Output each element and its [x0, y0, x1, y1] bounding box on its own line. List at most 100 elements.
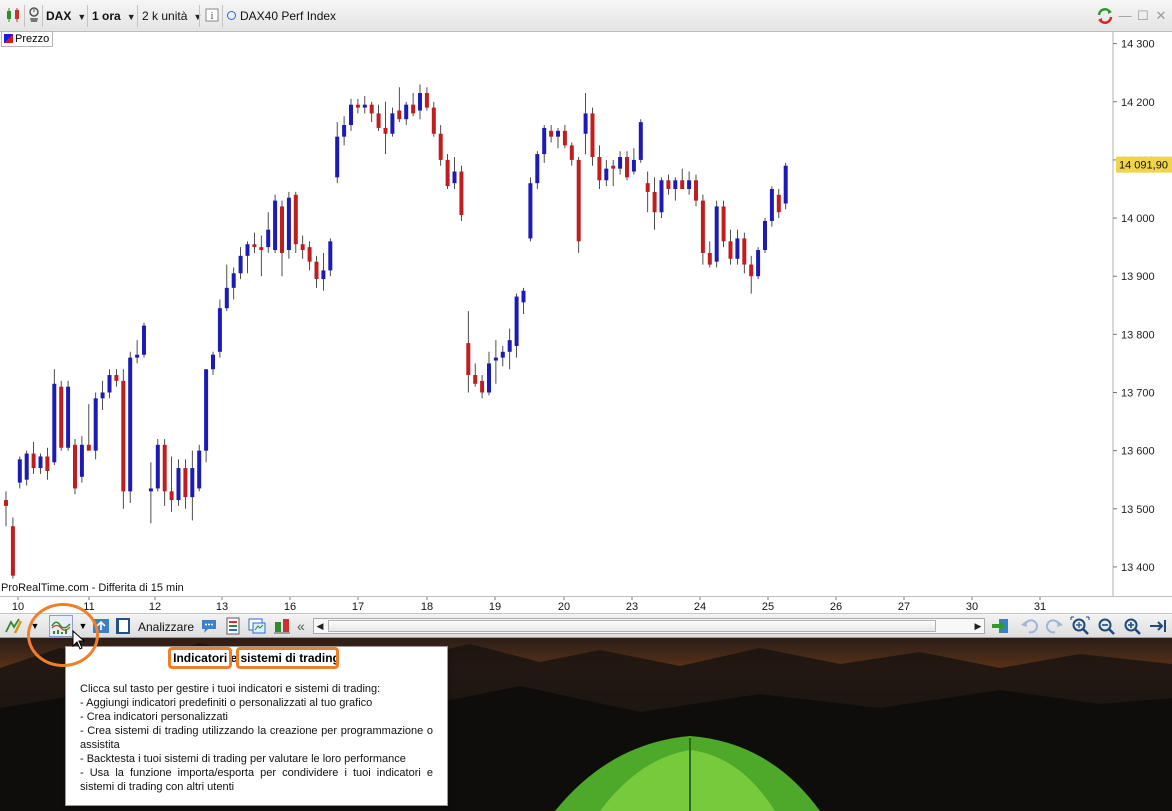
candle-up[interactable]	[673, 180, 678, 189]
scroll-thumb[interactable]	[328, 620, 936, 632]
candle-up[interactable]	[142, 325, 146, 355]
candle-down[interactable]	[259, 247, 264, 251]
candle-up[interactable]	[321, 270, 326, 280]
candle-up[interactable]	[266, 229, 271, 248]
candle-up[interactable]	[556, 130, 560, 137]
candle-down[interactable]	[445, 159, 450, 187]
candle-down[interactable]	[707, 252, 712, 265]
candle-up[interactable]	[638, 122, 643, 160]
zoom-in-icon[interactable]	[1122, 616, 1142, 636]
candle-up[interactable]	[204, 369, 209, 451]
candle-down[interactable]	[742, 238, 747, 265]
time-axis[interactable]: 10 11 12 13 16 17 18 19 20 23 24 25 26 27 30 31	[0, 596, 1172, 613]
zoom-fit-icon[interactable]	[1070, 616, 1090, 636]
comment-icon[interactable]	[199, 616, 219, 636]
candle-down[interactable]	[576, 159, 581, 242]
candle-up[interactable]	[224, 287, 229, 309]
candle-down[interactable]	[680, 180, 685, 189]
candle-down[interactable]	[314, 261, 319, 280]
candle-up[interactable]	[452, 171, 457, 184]
candle-down[interactable]	[369, 104, 374, 114]
candle-down[interactable]	[59, 386, 64, 448]
candle-down[interactable]	[473, 375, 478, 384]
drawing-tools-icon[interactable]	[3, 616, 23, 636]
candle-up[interactable]	[659, 180, 664, 213]
candle-down[interactable]	[162, 444, 167, 492]
units-selector[interactable]: 2 k unità ▼	[142, 6, 202, 26]
candle-up[interactable]	[273, 200, 278, 251]
candle-down[interactable]	[438, 133, 443, 160]
candle-down[interactable]	[300, 244, 305, 251]
candle-down[interactable]	[480, 380, 485, 393]
candle-down[interactable]	[31, 453, 36, 469]
candle-up[interactable]	[328, 241, 333, 271]
candle-down[interactable]	[721, 206, 726, 242]
candle-down[interactable]	[4, 500, 8, 506]
chart-type-icon[interactable]	[4, 6, 22, 26]
candle-down[interactable]	[252, 244, 257, 248]
candle-up[interactable]	[335, 136, 340, 178]
candle-up[interactable]	[128, 357, 133, 492]
candle-down[interactable]	[431, 107, 436, 134]
candle-up[interactable]	[93, 398, 98, 451]
price-chart[interactable]: 14 30014 20014 10014 00013 90013 80013 7…	[0, 32, 1172, 596]
candle-up[interactable]	[735, 238, 740, 259]
candle-up[interactable]	[404, 104, 409, 120]
candle-up[interactable]	[763, 220, 767, 251]
candle-up[interactable]	[618, 157, 623, 169]
candle-up[interactable]	[631, 159, 636, 172]
candle-up[interactable]	[521, 290, 526, 303]
timeframe-selector[interactable]: 1 ora ▼	[92, 6, 136, 26]
candle-up[interactable]	[514, 296, 519, 346]
sync-icon[interactable]	[1095, 6, 1115, 26]
candle-up[interactable]	[135, 354, 140, 358]
candle-up[interactable]	[79, 444, 84, 477]
candle-up[interactable]	[604, 168, 609, 181]
candle-up[interactable]	[528, 183, 533, 239]
candle-up[interactable]	[769, 188, 774, 221]
candle-up[interactable]	[38, 456, 43, 469]
trading-systems-icon[interactable]	[272, 616, 292, 636]
candle-up[interactable]	[100, 392, 105, 399]
candle-up[interactable]	[52, 383, 57, 463]
candle-down[interactable]	[10, 526, 15, 576]
candle-up[interactable]	[286, 197, 291, 251]
candle-up[interactable]	[24, 453, 29, 480]
candle-up[interactable]	[211, 354, 215, 370]
candle-up[interactable]	[487, 363, 491, 393]
sync-arrows-icon[interactable]	[990, 616, 1010, 636]
candle-down[interactable]	[652, 191, 657, 213]
candlestick-chart[interactable]: 14 30014 20014 10014 00013 90013 80013 7…	[0, 32, 1172, 596]
candle-up[interactable]	[418, 93, 422, 111]
candle-up[interactable]	[714, 206, 719, 262]
candle-down[interactable]	[611, 165, 616, 169]
candle-up[interactable]	[349, 104, 353, 126]
candle-down[interactable]	[169, 491, 174, 501]
candle-up[interactable]	[362, 104, 367, 108]
candle-down[interactable]	[45, 456, 50, 471]
collapse-icon[interactable]: «	[297, 616, 305, 636]
candle-down[interactable]	[749, 264, 754, 277]
candle-down[interactable]	[776, 194, 781, 213]
screener-icon[interactable]	[247, 616, 267, 636]
redo-icon[interactable]	[1045, 616, 1065, 636]
maximize-icon[interactable]: ☐	[1134, 6, 1152, 26]
info-icon[interactable]: i	[205, 6, 219, 26]
candle-down[interactable]	[280, 206, 284, 253]
candle-down[interactable]	[666, 180, 671, 189]
candle-down[interactable]	[355, 104, 360, 108]
candle-up[interactable]	[217, 308, 222, 352]
candle-down[interactable]	[728, 241, 733, 259]
chart-scrollbar[interactable]: ◀ ▶	[313, 618, 985, 634]
analyze-button[interactable]: Analizzare	[138, 617, 194, 637]
candle-down[interactable]	[73, 444, 77, 489]
candle-up[interactable]	[107, 375, 112, 393]
candle-down[interactable]	[694, 180, 698, 201]
candle-down[interactable]	[383, 127, 388, 134]
candle-up[interactable]	[500, 351, 505, 358]
legend-price[interactable]: Prezzo	[1, 31, 54, 47]
candle-down[interactable]	[411, 104, 416, 114]
candle-up[interactable]	[176, 468, 181, 501]
candle-up[interactable]	[535, 154, 540, 184]
candle-up[interactable]	[507, 340, 512, 352]
